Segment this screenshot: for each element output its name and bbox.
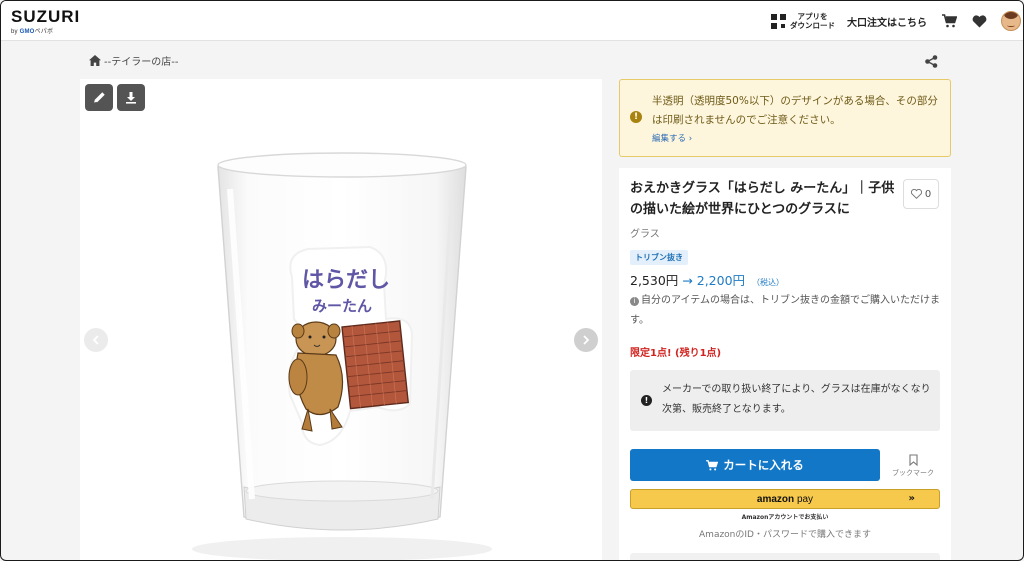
alert-icon: ! [641,395,652,406]
amazon-pay-sub: Amazonアカウントでお支払い [741,514,829,521]
logo-sub-brand: GMO [19,29,35,35]
app-download-line2: ダウンロード [790,21,835,30]
notice-text: 半透明（透明度50%以下）のデザインがある場合、その部分は印刷されませんのでご注… [652,95,938,126]
browser-window: SUZURI by GMOペパボ アプリを ダウンロード 大口注文はこちら --… [0,0,1024,561]
bulk-order-link[interactable]: 大口注文はこちら [847,14,927,29]
glass-text-line2: みーたん [312,297,372,315]
product-image-panel: はらだし みーたん [80,79,602,560]
glass-text-line1: はらだし [302,268,390,293]
discontinued-text: メーカーでの取り扱い終了により、グラスは在庫がなくなり次第、販売終了となります。 [662,384,931,415]
header-actions: アプリを ダウンロード 大口注文はこちら [771,1,1023,41]
chevron-right-icon: › [688,134,693,144]
heart-icon[interactable] [971,13,987,29]
info-icon: i [630,297,639,306]
logo-sub-prefix: by [11,29,20,35]
category-link[interactable]: グラス [630,225,660,240]
prev-image-button[interactable] [84,328,108,352]
chevron-right-icon [583,335,590,345]
bookmark-icon [908,454,918,467]
owner-note-text: 自分のアイテムの場合は、トリブン抜きの金額でご購入いただけます。 [630,295,940,326]
limited-stock: 限定1点! (残り1点) [630,348,722,359]
price-arrow: → [682,273,693,288]
add-to-cart-button[interactable]: カートに入れる [630,449,880,481]
next-image-button[interactable] [574,328,598,352]
qr-icon [771,13,786,29]
cart-icon [706,459,719,470]
edit-link[interactable]: 編集する › [652,132,692,144]
heart-outline-icon [910,189,922,199]
app-download-line1: アプリを [797,12,828,21]
double-chevron-icon: » [908,493,915,504]
logo-text: SUZURI [11,7,81,26]
home-icon [89,55,101,66]
favorite-count: 0 [924,188,932,200]
suzuri-logo[interactable]: SUZURI by GMOペパボ [11,8,80,35]
amazon-pay-brand: amazon [756,493,795,505]
app-download-text: アプリを ダウンロード [790,12,835,30]
amazon-id-note: AmazonのID・パスワードで購入できます [699,530,871,540]
next-section-box [630,553,940,560]
alert-icon: ! [630,111,642,123]
amazon-pay-word: pay [796,493,814,505]
app-download-link[interactable]: アプリを ダウンロード [771,12,835,30]
share-icon[interactable] [925,53,938,72]
tax-label: （税込） [752,278,785,287]
edit-link-label: 編集する [652,134,687,144]
amazon-pay-button[interactable]: amazon pay » [630,489,940,509]
bookmark-label: ブックマーク [892,469,934,477]
price-old: 2,530円 [630,273,679,288]
site-header: SUZURI by GMOペパボ アプリを ダウンロード 大口注文はこちら [1,1,1023,41]
tribun-badge: トリブン抜き [630,250,688,265]
product-title: おえかきグラス「はらだし みーたん」｜子供の描いた絵が世界にひとつのグラスに [630,181,895,217]
favorite-button[interactable]: 0 [903,179,939,209]
price-new: 2,200円 [696,273,746,288]
cart-icon[interactable] [941,13,957,29]
breadcrumb[interactable]: --テイラーの店-- [89,53,178,68]
discontinued-notice: ! メーカーでの取り扱い終了により、グラスは在庫がなくなり次第、販売終了となりま… [630,370,940,431]
logo-sub-suffix: ペパボ [34,29,54,35]
glass-image: はらだし みーたん [192,152,492,560]
amazon-pay-logo: amazon pay [757,494,813,505]
cart-button-label: カートに入れる [723,458,804,472]
chevron-left-icon [92,335,99,345]
avatar[interactable] [1001,11,1021,31]
transparency-notice: ! 半透明（透明度50%以下）のデザインがある場合、その部分は印刷されませんので… [619,79,951,157]
owner-price-note: i 自分のアイテムの場合は、トリブン抜きの金額でご購入いただけます。 [630,291,942,331]
bookmark-button[interactable]: ブックマーク [889,454,937,478]
price: 2,530円 → 2,200円 （税込） [630,270,784,289]
product-info-card: おえかきグラス「はらだし みーたん」｜子供の描いた絵が世界にひとつのグラスに 0… [619,168,951,560]
shop-name: --テイラーの店-- [104,57,179,68]
logo-sub: by GMOペパボ [11,26,80,35]
